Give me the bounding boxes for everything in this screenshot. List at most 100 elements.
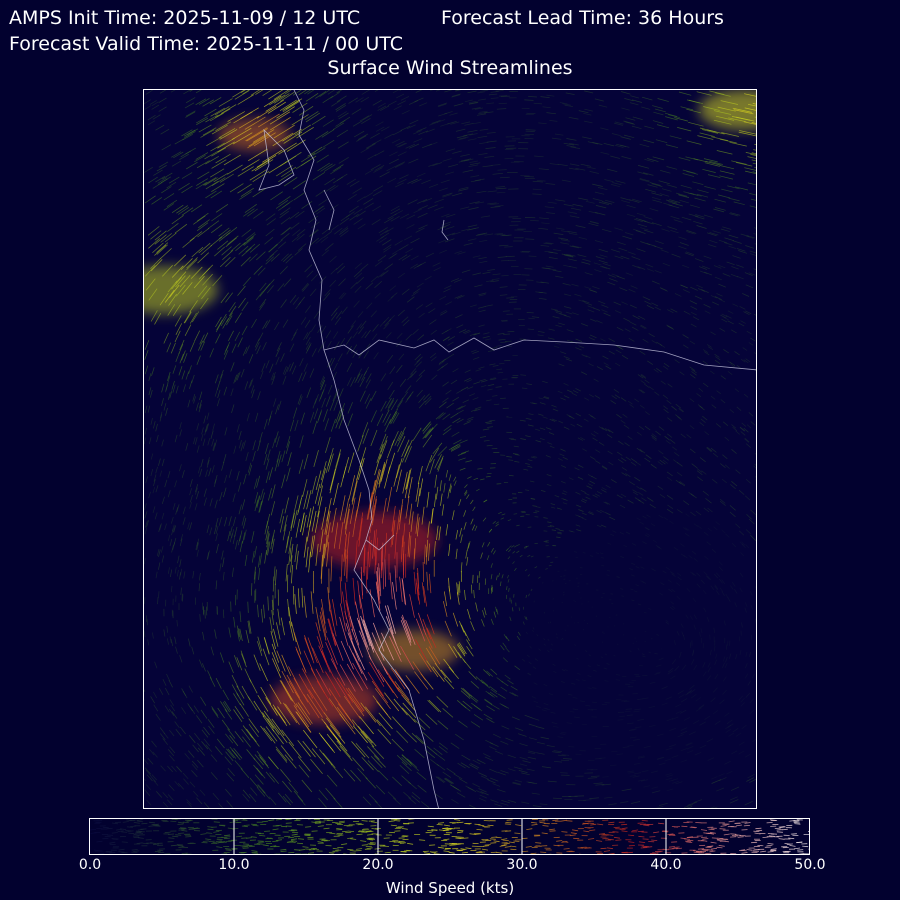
streamline-segment <box>492 395 498 397</box>
streamline-segment <box>315 606 321 631</box>
streamline-segment <box>377 728 392 745</box>
streamline-segment <box>715 356 721 361</box>
streamline-segment <box>551 529 557 531</box>
streamline-segment <box>436 455 444 470</box>
streamline-segment <box>144 789 151 797</box>
streamline-segment <box>152 632 154 639</box>
streamline-segment <box>590 433 596 437</box>
streamline-segment <box>394 430 403 446</box>
streamline-segment <box>144 630 146 638</box>
streamline-segment <box>725 728 732 733</box>
streamline-segment <box>147 120 156 126</box>
streamline-segment <box>467 129 478 133</box>
colorbar-streak <box>602 837 609 840</box>
streamline-segment <box>744 753 751 758</box>
streamline-segment <box>280 353 285 362</box>
streamline-segment <box>438 187 448 192</box>
streamline-segment <box>588 289 597 293</box>
streamline-segment <box>437 446 448 456</box>
streamline-segment <box>489 768 498 773</box>
streamline-segment <box>299 358 304 367</box>
streamline-segment <box>308 215 319 224</box>
streamline-segment <box>611 184 620 188</box>
colorbar-streak <box>505 830 512 832</box>
streamline-segment <box>602 228 612 233</box>
streamline-segment <box>468 207 479 210</box>
streamline-segment <box>644 379 650 384</box>
streamline-segment <box>293 495 299 513</box>
streamline-segment <box>196 212 209 222</box>
streamline-segment <box>658 514 664 519</box>
streamline-segment <box>711 136 729 141</box>
streamline-map[interactable] <box>143 89 757 809</box>
streamline-segment <box>668 779 676 782</box>
streamline-segment <box>174 480 177 488</box>
streamline-segment <box>678 91 692 96</box>
streamline-segment <box>394 240 403 246</box>
streamline-segment <box>538 227 549 230</box>
streamline-segment <box>224 427 228 436</box>
streamline-segment <box>224 475 228 483</box>
streamline-segment <box>728 197 740 202</box>
streamline-segment <box>486 555 490 561</box>
streamline-segment <box>519 554 523 558</box>
streamline-segment <box>478 98 487 101</box>
streamline-segment <box>264 443 269 455</box>
streamline-segment <box>239 530 243 542</box>
streamline-segment <box>710 697 716 703</box>
streamline-segment <box>660 287 668 292</box>
streamline-segment <box>374 292 381 299</box>
streamline-segment <box>222 249 234 261</box>
streamline-segment <box>150 775 157 783</box>
streamline-segment <box>585 650 588 652</box>
streamline-segment <box>376 719 391 736</box>
streamline-segment <box>286 574 289 593</box>
streamline-segment <box>568 415 575 420</box>
streamline-segment <box>223 386 228 396</box>
streamline-segment <box>693 614 697 620</box>
streamline-segment <box>652 199 663 203</box>
streamline-segment <box>162 172 173 180</box>
streamline-segment <box>514 461 520 463</box>
streamline-segment <box>517 631 521 636</box>
streamline-segment <box>528 593 530 597</box>
streamline-segment <box>216 543 219 554</box>
streamline-segment <box>173 254 187 267</box>
streamline-segment <box>178 343 184 354</box>
streamline-segment <box>696 583 701 588</box>
colorbar-streak <box>768 835 775 837</box>
streamline-segment <box>707 346 714 350</box>
streamline-segment <box>254 412 259 422</box>
streamline-segment <box>300 412 305 425</box>
streamline-segment <box>209 112 224 122</box>
streamline-segment <box>686 108 701 114</box>
streamline-segment <box>387 177 397 184</box>
streamline-segment <box>356 196 366 202</box>
streamline-segment <box>487 388 493 391</box>
streamline-segment <box>334 305 340 313</box>
streamline-segment <box>557 163 568 167</box>
colorbar-streak <box>241 825 248 828</box>
streamline-segment <box>646 243 657 247</box>
streamline-segment <box>630 736 637 739</box>
streamline-segment <box>666 324 673 329</box>
colorbar-streak <box>615 839 622 841</box>
streamline-segment <box>241 325 248 336</box>
streamline-segment <box>155 423 158 432</box>
streamline-segment <box>223 454 227 464</box>
streamline-segment <box>474 525 478 532</box>
streamline-segment <box>487 718 495 724</box>
streamline-segment <box>225 341 231 352</box>
streamline-segment <box>272 437 276 449</box>
streamline-segment <box>457 762 466 769</box>
streamline-segment <box>716 572 721 578</box>
streamline-segment <box>399 576 403 602</box>
colorbar-streak <box>501 838 508 840</box>
streamline-segment <box>546 474 552 477</box>
streamline-segment <box>671 658 677 665</box>
streamline-segment <box>718 194 731 199</box>
streamline-segment <box>531 717 540 721</box>
streamline-segment <box>498 95 508 97</box>
streamline-segment <box>174 567 177 574</box>
streamline-segment <box>679 651 682 658</box>
